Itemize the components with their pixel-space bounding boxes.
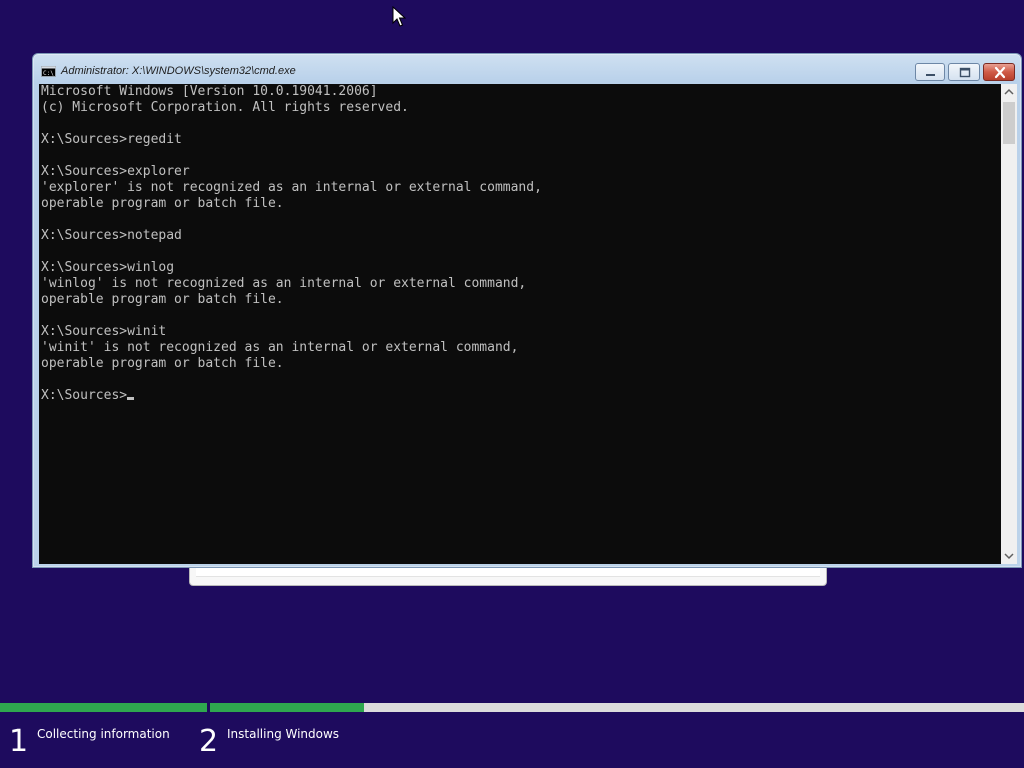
close-icon bbox=[994, 66, 1006, 79]
step-1-label: Collecting information bbox=[37, 727, 170, 741]
window-title: Administrator: X:\WINDOWS\system32\cmd.e… bbox=[61, 65, 296, 77]
prompt: X:\Sources> bbox=[41, 388, 128, 403]
console-line: 'explorer' is not recognized as an inter… bbox=[41, 180, 542, 195]
setup-progress-bar bbox=[0, 703, 1024, 712]
setup-window bbox=[189, 568, 827, 586]
console-line: 'winlog' is not recognized as an interna… bbox=[41, 276, 527, 291]
svg-text:C:\: C:\ bbox=[43, 70, 54, 77]
console-output[interactable]: Microsoft Windows [Version 10.0.19041.20… bbox=[39, 84, 1001, 564]
console-line: 'winit' is not recognized as an internal… bbox=[41, 340, 519, 355]
minimize-icon bbox=[926, 74, 935, 76]
cmd-icon: C:\ bbox=[41, 66, 56, 77]
console-line: operable program or batch file. bbox=[41, 196, 284, 211]
cmd-window[interactable]: C:\ Administrator: X:\WINDOWS\system32\c… bbox=[32, 53, 1022, 568]
step-2-number: 2 bbox=[199, 724, 219, 759]
console-text: Microsoft Windows [Version 10.0.19041.20… bbox=[39, 84, 1001, 388]
maximize-button[interactable] bbox=[948, 63, 980, 81]
scroll-thumb[interactable] bbox=[1003, 102, 1015, 144]
prompt-line: X:\Sources> bbox=[39, 388, 1001, 404]
vertical-scrollbar[interactable] bbox=[1001, 84, 1017, 564]
step-1-number: 1 bbox=[9, 724, 29, 759]
maximize-icon bbox=[959, 67, 971, 78]
console-line: X:\Sources>winlog bbox=[41, 260, 175, 275]
console-line: operable program or batch file. bbox=[41, 292, 284, 307]
close-button[interactable] bbox=[983, 63, 1015, 81]
console-line: X:\Sources>winit bbox=[41, 324, 167, 339]
console-line: X:\Sources>notepad bbox=[41, 228, 182, 243]
console-line: operable program or batch file. bbox=[41, 356, 284, 371]
minimize-button[interactable] bbox=[915, 63, 945, 81]
console-line: X:\Sources>explorer bbox=[41, 164, 190, 179]
cmd-titlebar[interactable]: C:\ Administrator: X:\WINDOWS\system32\c… bbox=[33, 54, 1021, 84]
scroll-down-icon[interactable] bbox=[1001, 548, 1017, 564]
mouse-cursor-icon bbox=[392, 6, 406, 27]
console-line: (c) Microsoft Corporation. All rights re… bbox=[41, 100, 409, 115]
console-line: Microsoft Windows [Version 10.0.19041.20… bbox=[41, 84, 378, 99]
scroll-up-icon[interactable] bbox=[1001, 84, 1017, 100]
step-2-progress bbox=[210, 703, 364, 712]
console-line: X:\Sources>regedit bbox=[41, 132, 182, 147]
text-cursor bbox=[127, 397, 135, 400]
step-1-progress bbox=[0, 703, 207, 712]
step-2-label: Installing Windows bbox=[227, 727, 340, 741]
